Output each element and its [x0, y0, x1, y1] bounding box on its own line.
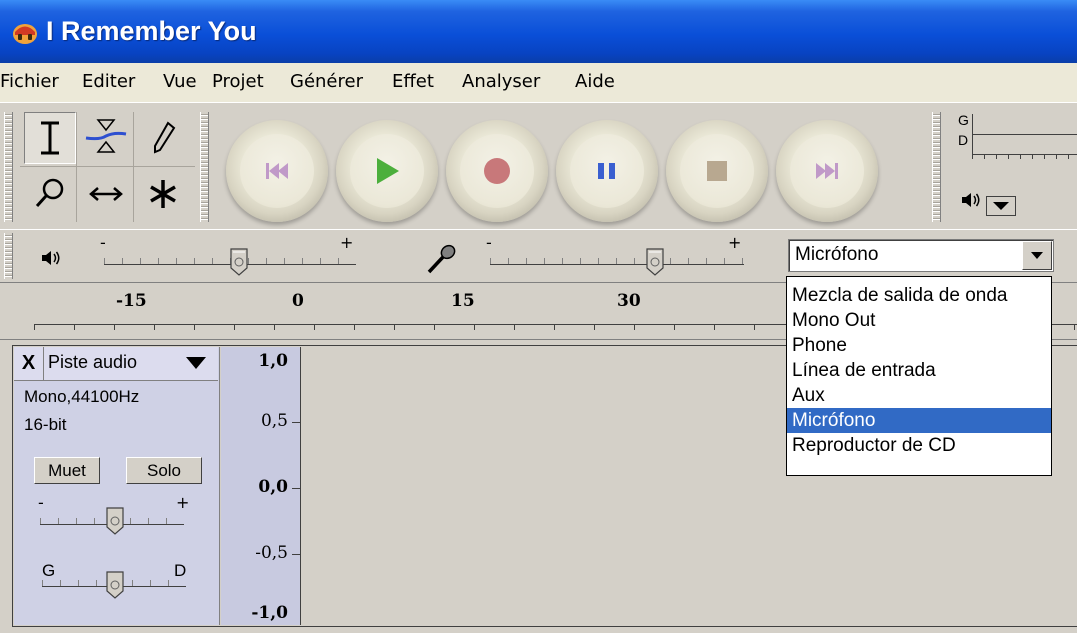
amplitude-tick [292, 554, 300, 555]
menu-analyser[interactable]: Analyser [462, 71, 540, 92]
gain-thumb[interactable] [106, 507, 124, 535]
selection-tool-icon [41, 121, 59, 155]
meter-right-label: D [958, 132, 969, 148]
menu-editer[interactable]: Editer [82, 71, 135, 92]
ruler-label: 15 [451, 291, 475, 311]
gain-plus: + [176, 493, 190, 512]
skip-to-end-button[interactable] [776, 120, 878, 222]
pause-button[interactable] [556, 120, 658, 222]
zoom-tool-button[interactable] [24, 168, 76, 220]
menu-bar: Fichier Editer Vue Projet Générer Effet … [0, 63, 1077, 103]
level-meter: G D [958, 112, 1077, 178]
amplitude-label: 0,5 [260, 411, 288, 431]
amplitude-tick [292, 488, 300, 489]
multi-tool-icon [150, 180, 176, 208]
input-volume-plus: + [728, 233, 742, 252]
menu-aide[interactable]: Aide [575, 71, 615, 92]
multi-tool-button[interactable] [137, 168, 189, 220]
tool-divider [76, 112, 77, 222]
gain-minus: - [38, 493, 44, 512]
draw-tool-button[interactable] [137, 112, 189, 164]
menu-fichier[interactable]: Fichier [0, 71, 59, 92]
amplitude-label: 0,0 [258, 477, 288, 497]
input-source-value: Micrófono [795, 244, 879, 265]
title-bar: I Remember You [0, 0, 1077, 63]
dropdown-option-selected[interactable]: Micrófono [787, 408, 1051, 433]
track-format: Mono,44100Hz [24, 387, 140, 406]
meter-toolbar-grip[interactable] [932, 112, 941, 222]
dropdown-option[interactable]: Mezcla de salida de onda [787, 283, 1051, 308]
track-name: Piste audio [48, 352, 138, 372]
input-source-select[interactable]: Micrófono [788, 239, 1054, 272]
amplitude-tick [292, 422, 300, 423]
zoom-tool-icon [35, 178, 64, 208]
meter-left-label: G [958, 112, 969, 128]
tools-toolbar-grip[interactable] [4, 112, 13, 222]
chevron-down-icon [993, 202, 1009, 210]
pan-thumb[interactable] [106, 571, 124, 599]
audacity-app-icon[interactable] [12, 23, 38, 45]
menu-generer[interactable]: Générer [290, 71, 363, 92]
track-close-button[interactable]: X [14, 347, 44, 380]
skip-to-start-icon [266, 163, 288, 179]
record-icon [484, 158, 510, 184]
tool-divider [20, 166, 195, 167]
ruler-label: -15 [116, 291, 147, 311]
pause-icon [598, 163, 615, 179]
input-volume-minus: - [486, 233, 492, 252]
speaker-icon [962, 193, 980, 207]
play-button[interactable] [336, 120, 438, 222]
ruler-label: 30 [617, 291, 641, 311]
track-bit-depth: 16-bit [24, 415, 67, 434]
output-volume-icon [42, 251, 60, 265]
input-volume-slider[interactable] [490, 251, 744, 265]
dropdown-option[interactable]: Mono Out [787, 308, 1051, 333]
output-volume-thumb[interactable] [230, 248, 248, 276]
mixer-toolbar-grip[interactable] [4, 233, 13, 279]
dropdown-option[interactable]: Aux [787, 383, 1051, 408]
meter-menu-button[interactable] [986, 196, 1016, 216]
amplitude-label: -1,0 [251, 603, 288, 623]
meter-frame [972, 134, 1077, 135]
chevron-down-icon [1031, 252, 1043, 259]
play-icon [377, 158, 399, 184]
chevron-down-icon [186, 357, 206, 369]
skip-to-start-button[interactable] [226, 120, 328, 222]
time-shift-tool-icon [89, 187, 123, 201]
time-shift-tool-button[interactable] [80, 168, 132, 220]
envelope-tool-icon [85, 119, 127, 153]
solo-button[interactable]: Solo [126, 457, 202, 484]
window-title: I Remember You [46, 16, 257, 46]
dropdown-option[interactable]: Reproductor de CD [787, 433, 1051, 458]
input-source-dropdown-button[interactable] [1022, 241, 1052, 270]
slider-ticks [490, 258, 744, 264]
ruler-label: 0 [292, 291, 304, 311]
menu-effet[interactable]: Effet [392, 71, 434, 92]
draw-tool-icon [154, 121, 176, 154]
amplitude-ruler: 1,0 0,5 0,0 -0,5 -1,0 [221, 347, 301, 625]
track-control-panel: X Piste audio Mono,44100Hz 16-bit Muet S… [14, 347, 220, 625]
dropdown-option[interactable]: Línea de entrada [787, 358, 1051, 383]
dropdown-option[interactable]: Phone [787, 333, 1051, 358]
input-volume-thumb[interactable] [646, 248, 664, 276]
output-volume-minus: - [100, 233, 106, 252]
transport-toolbar-grip[interactable] [200, 112, 209, 222]
menu-vue[interactable]: Vue [163, 71, 197, 92]
output-volume-plus: + [340, 233, 354, 252]
amplitude-label: 1,0 [258, 351, 288, 371]
amplitude-label: -0,5 [255, 543, 288, 563]
selection-tool-button[interactable] [24, 112, 76, 164]
envelope-tool-button[interactable] [80, 112, 132, 164]
mute-button[interactable]: Muet [34, 457, 100, 484]
tool-divider [133, 112, 134, 222]
record-button[interactable] [446, 120, 548, 222]
skip-to-end-icon [816, 163, 838, 179]
track-menu-button[interactable]: X Piste audio [14, 347, 218, 381]
stop-icon [707, 161, 727, 181]
menu-projet[interactable]: Projet [212, 71, 264, 92]
input-source-dropdown-list: Mezcla de salida de onda Mono Out Phone … [786, 276, 1052, 476]
meter-scale [972, 155, 1077, 159]
stop-button[interactable] [666, 120, 768, 222]
microphone-icon [427, 244, 456, 274]
